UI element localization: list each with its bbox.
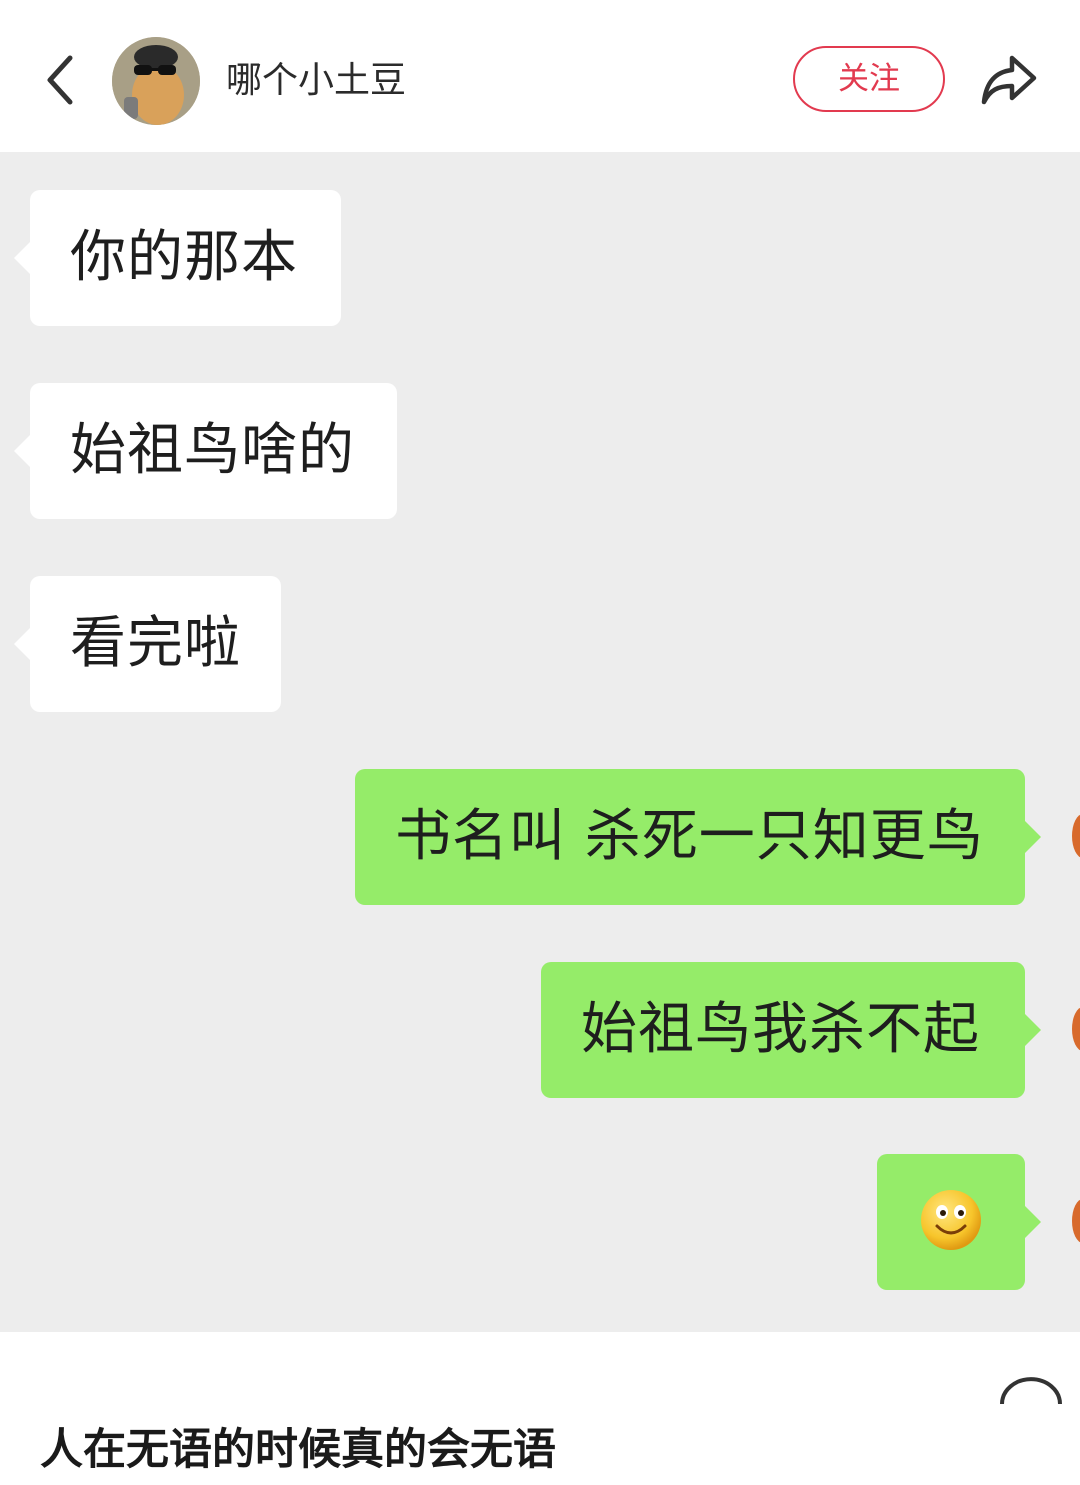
outgoing-message: 书名叫 杀死一只知更鸟	[355, 769, 1041, 905]
incoming-message: 你的那本	[14, 190, 341, 326]
back-button[interactable]	[36, 48, 84, 112]
post-page: 哪个小土豆 关注 你的那本 始祖鸟啥的 看完啦 书名叫 杀死一只知更鸟 始祖鸟我…	[0, 0, 1080, 1485]
message-text: 书名叫 杀死一只知更鸟	[395, 804, 984, 869]
message-text: 看完啦	[70, 611, 241, 676]
chevron-left-icon	[47, 55, 73, 105]
message-text: 始祖鸟我杀不起	[581, 997, 980, 1062]
share-arrow-icon	[981, 55, 1037, 105]
image-counter-icon	[1000, 1377, 1062, 1405]
top-bar: 哪个小土豆 关注	[0, 0, 1080, 152]
author-avatar[interactable]	[112, 37, 200, 125]
incoming-message: 始祖鸟啥的	[14, 383, 397, 519]
message-text: 你的那本	[70, 225, 298, 290]
outgoing-message: 始祖鸟我杀不起	[541, 962, 1041, 1098]
avatar-image	[112, 37, 200, 125]
sender-avatar	[1072, 1007, 1080, 1051]
incoming-message: 看完啦	[14, 576, 281, 712]
outgoing-emoji-message	[877, 1154, 1041, 1290]
share-button[interactable]	[978, 52, 1040, 108]
post-caption: 人在无语的时候真的会无语	[40, 1425, 556, 1475]
sender-avatar	[1072, 814, 1080, 858]
image-bottom-edge	[0, 1356, 950, 1396]
follow-button[interactable]: 关注	[793, 46, 945, 112]
sender-avatar	[1072, 1199, 1080, 1243]
chat-screenshot: 你的那本 始祖鸟啥的 看完啦 书名叫 杀死一只知更鸟 始祖鸟我杀不起	[0, 152, 1080, 1332]
author-name[interactable]: 哪个小土豆	[226, 56, 406, 106]
smiley-emoji-icon	[921, 1190, 981, 1250]
message-text: 始祖鸟啥的	[70, 418, 355, 483]
